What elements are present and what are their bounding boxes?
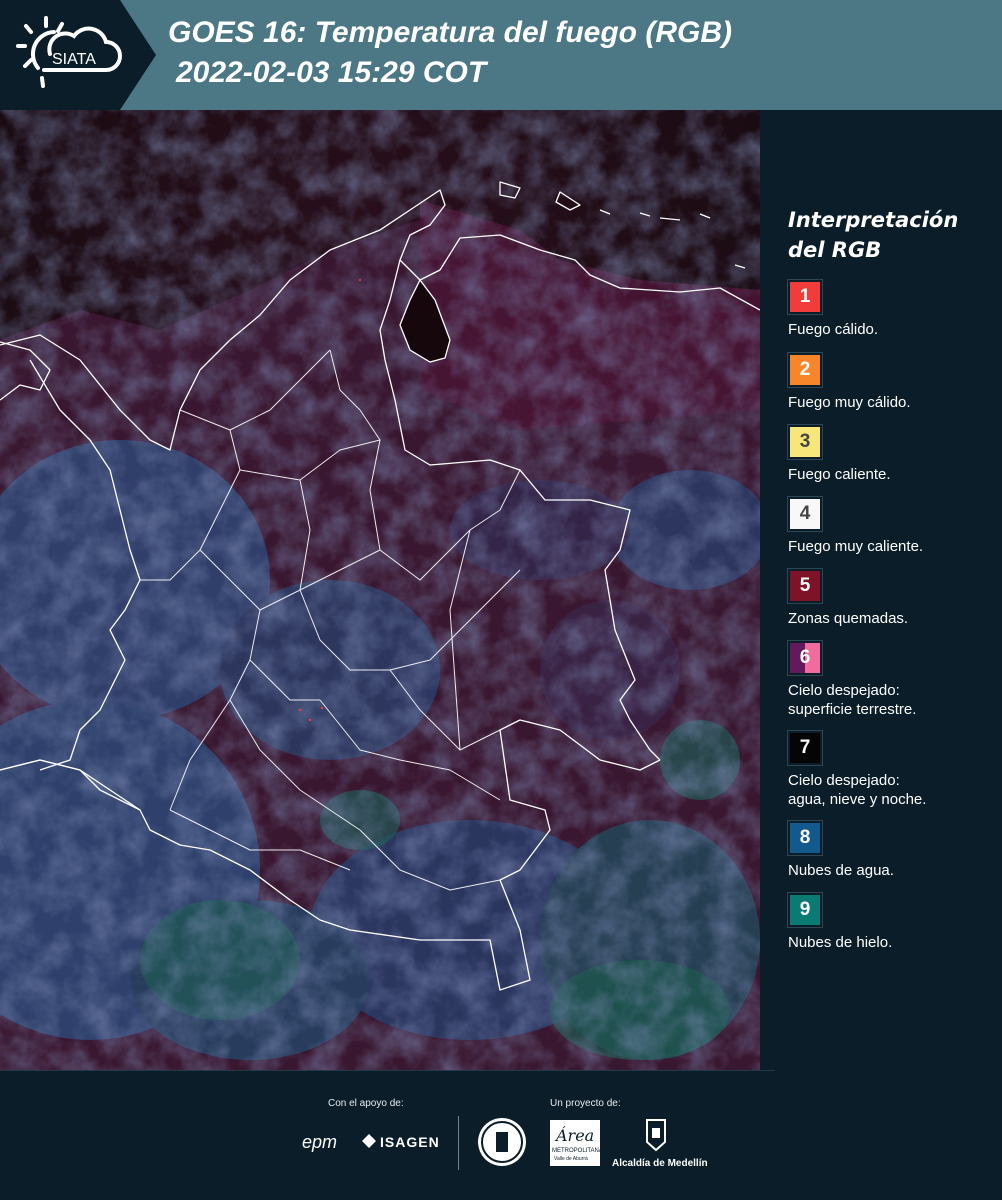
- legend-item-3: 3 Fuego caliente.: [787, 424, 998, 484]
- legend-number: 4: [799, 503, 811, 524]
- legend-item-6: 6 Cielo despejado: superficie terrestre.: [787, 640, 998, 719]
- legend-swatch-9: 9: [787, 892, 823, 928]
- page-title: GOES 16: Temperatura del fuego (RGB): [168, 16, 732, 49]
- page-timestamp: 2022-02-03 15:29 COT: [176, 56, 487, 89]
- header: SIATA GOES 16: Temperatura del fuego (RG…: [0, 0, 1002, 110]
- legend-label-line2: superficie terrestre.: [788, 701, 917, 718]
- legend-label: Nubes de agua.: [788, 862, 894, 879]
- legend-number: 1: [799, 286, 811, 307]
- footer: Con el apoyo de: Un proyecto de: epm ISA…: [0, 1070, 1002, 1200]
- legend-title-line1: Interpretación: [788, 208, 959, 232]
- legend-number: 3: [799, 431, 811, 452]
- legend: Interpretación del RGB 1 Fuego cálido. 2 Fu…: [787, 205, 998, 951]
- epm-logo: epm: [302, 1132, 338, 1152]
- legend-number: 8: [799, 827, 811, 848]
- legend-swatch-1: 1: [787, 279, 823, 315]
- alcaldia-logo: Alcaldía de Medellín: [612, 1158, 708, 1169]
- legend-swatch-3: 3: [787, 424, 823, 460]
- legend-item-2: 2 Fuego muy cálido.: [787, 352, 998, 412]
- isagen-logo: ISAGEN: [380, 1134, 440, 1150]
- legend-label: Fuego muy caliente.: [788, 538, 924, 555]
- legend-label: Nubes de hielo.: [788, 934, 893, 951]
- logo-text: SIATA: [52, 51, 96, 68]
- legend-swatch-7: 7: [787, 730, 823, 766]
- legend-number: 7: [799, 737, 811, 758]
- sponsor-divider: [458, 1116, 459, 1170]
- legend-label: Fuego cálido.: [788, 321, 879, 338]
- legend-swatch-6: 6: [787, 640, 823, 676]
- legend-item-9: 9 Nubes de hielo.: [787, 892, 998, 952]
- legend-swatch-4: 4: [787, 496, 823, 532]
- legend-number: 6: [799, 647, 811, 668]
- seal-logo: [478, 1118, 526, 1166]
- legend-swatch-5: 5: [787, 568, 823, 604]
- project-label: Un proyecto de:: [550, 1098, 621, 1109]
- medellin-shield-icon: [645, 1118, 667, 1152]
- area-logo-text: Área: [556, 1126, 595, 1145]
- siata-logo: SIATA: [16, 16, 122, 88]
- legend-item-1: 1 Fuego cálido.: [787, 279, 998, 339]
- satellite-map[interactable]: [0, 110, 760, 1070]
- legend-label: Cielo despejado:: [788, 772, 900, 789]
- legend-number: 5: [799, 575, 811, 596]
- area-logo-sub: METROPOLITANA: [552, 1148, 603, 1154]
- legend-item-5: 5 Zonas quemadas.: [787, 568, 998, 628]
- legend-number: 2: [799, 359, 811, 380]
- isagen-icon: [362, 1134, 376, 1148]
- support-label: Con el apoyo de:: [328, 1098, 404, 1109]
- area-metropolitana-logo: Área METROPOLITANA Valle de Aburrá: [550, 1120, 603, 1166]
- area-logo-sub2: Valle de Aburrá: [554, 1156, 588, 1162]
- legend-number: 9: [799, 899, 811, 920]
- legend-label: Fuego caliente.: [788, 466, 891, 483]
- legend-item-8: 8 Nubes de agua.: [787, 820, 998, 880]
- footer-divider-line: [0, 1070, 775, 1071]
- legend-label: Fuego muy cálido.: [788, 394, 911, 411]
- legend-swatch-2: 2: [787, 352, 823, 388]
- map-svg: [0, 110, 760, 1070]
- legend-item-7: 7 Cielo despejado: agua, nieve y noche.: [787, 730, 998, 809]
- legend-title-line2: del RGB: [788, 238, 882, 262]
- page: { "header": { "logo_text": "SIATA", "tit…: [0, 0, 1002, 1200]
- legend-swatch-8: 8: [787, 820, 823, 856]
- legend-label: Cielo despejado:: [788, 682, 900, 699]
- legend-label: Zonas quemadas.: [788, 610, 909, 627]
- legend-item-4: 4 Fuego muy caliente.: [787, 496, 998, 556]
- legend-label-line2: agua, nieve y noche.: [788, 791, 927, 808]
